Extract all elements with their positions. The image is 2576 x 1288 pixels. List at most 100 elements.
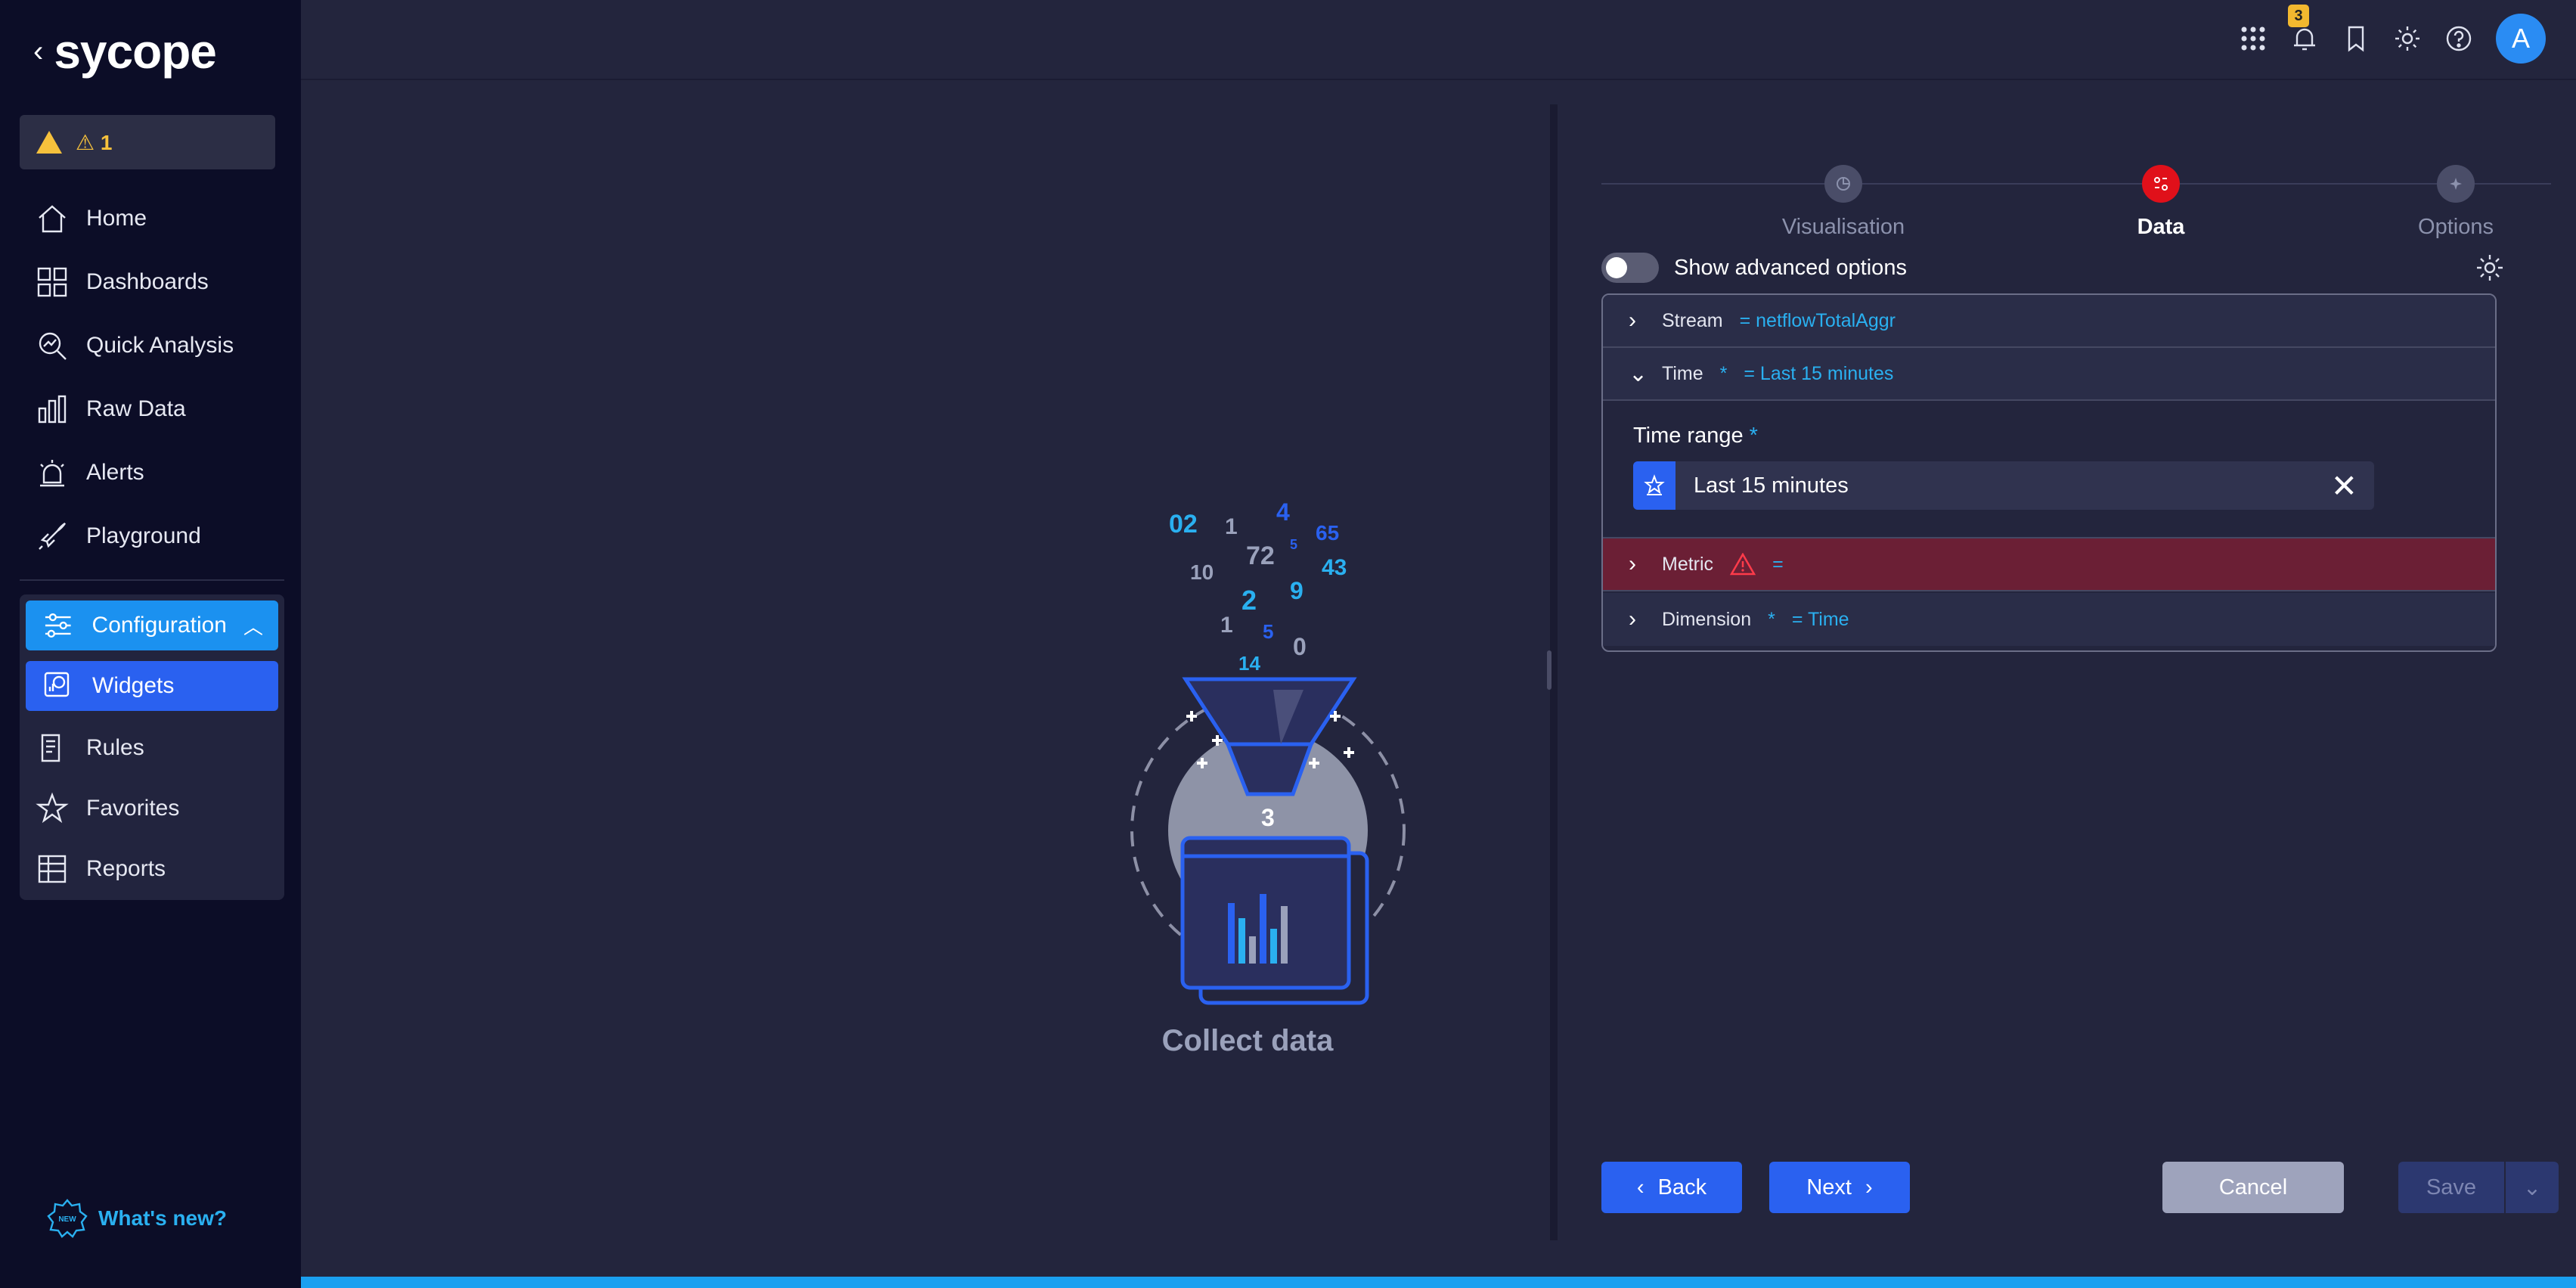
logo-row[interactable]: ‹ sycope — [33, 21, 217, 82]
whats-new-label: What's new? — [98, 1206, 227, 1230]
nav-quick-analysis-label: Quick Analysis — [86, 333, 234, 358]
warning-icon — [36, 131, 62, 154]
metric-value: = — [1772, 553, 1784, 575]
splitter-handle[interactable] — [1547, 650, 1551, 690]
rocket-icon — [39, 523, 66, 550]
alert-indicator[interactable]: ⚠ 1 — [20, 115, 275, 169]
save-button[interactable]: Save — [2398, 1162, 2504, 1213]
nav-raw-data[interactable]: Raw Data — [20, 383, 284, 436]
nav-widgets[interactable]: Widgets — [26, 661, 278, 711]
nav-favorites-label: Favorites — [86, 796, 180, 821]
step-options-label: Options — [2418, 215, 2494, 239]
rules-icon — [41, 734, 60, 762]
topbar-icons: A — [2239, 14, 2546, 64]
chevron-down-icon: ⌄ — [2522, 1175, 2542, 1200]
svg-text:NEW: NEW — [58, 1215, 76, 1224]
nav-favorites[interactable]: Favorites — [20, 782, 284, 835]
accordion-dimension[interactable]: › Dimension * = Time — [1603, 593, 2495, 646]
back-button[interactable]: ‹ Back — [1601, 1162, 1742, 1213]
nav-playground[interactable]: Playground — [20, 510, 284, 563]
nav-reports-label: Reports — [86, 856, 166, 881]
chevron-right-icon: › — [1629, 551, 1636, 576]
nav-rules-label: Rules — [86, 735, 144, 760]
bell-icon[interactable] — [2290, 24, 2319, 53]
nav-raw-data-label: Raw Data — [86, 396, 186, 421]
save-options-button[interactable]: ⌄ — [2504, 1162, 2559, 1213]
dashboards-icon — [37, 267, 67, 297]
dimension-value: = Time — [1791, 608, 1849, 630]
advanced-options-toggle[interactable] — [1601, 253, 1659, 283]
illu-number: 14 — [1238, 652, 1260, 675]
nav-alerts[interactable]: Alerts — [20, 446, 284, 499]
illu-number: 1 — [1220, 613, 1233, 638]
apps-grid-icon[interactable] — [2239, 24, 2268, 53]
data-accordion: › Stream = netflowTotalAggr ⌄ Time * = L… — [1601, 293, 2497, 652]
accordion-metric[interactable]: › Metric = — [1603, 538, 2495, 591]
illu-number: 5 — [1263, 620, 1273, 643]
nav-dashboards-label: Dashboards — [86, 269, 209, 294]
nav-reports[interactable]: Reports — [20, 843, 284, 895]
nav-configuration[interactable]: Configuration ︿ — [26, 601, 278, 650]
accordion-time[interactable]: ⌄ Time * = Last 15 minutes — [1603, 348, 2495, 401]
new-badge-icon: NEW — [47, 1199, 88, 1238]
illu-number: 43 — [1322, 555, 1347, 580]
home-icon — [39, 205, 66, 233]
illu-number: 4 — [1276, 498, 1290, 526]
cancel-button[interactable]: Cancel — [2162, 1162, 2344, 1213]
advanced-options-row: Show advanced options — [1601, 245, 2506, 290]
configuration-group: Configuration ︿ Widgets Rules Favorites … — [20, 594, 284, 900]
metric-label: Metric — [1662, 553, 1714, 575]
settings-gear-icon[interactable] — [2474, 252, 2506, 284]
chevron-right-icon: › — [1865, 1175, 1873, 1200]
nav-home-label: Home — [86, 206, 147, 231]
dimension-label: Dimension — [1662, 608, 1752, 630]
illu-number: 9 — [1290, 577, 1303, 604]
bottom-progress-strip — [301, 1277, 2576, 1288]
nav-home[interactable]: Home — [20, 192, 284, 245]
nav-rules[interactable]: Rules — [20, 722, 284, 774]
brand-logo: sycope — [54, 24, 217, 79]
save-label: Save — [2426, 1175, 2477, 1200]
step-data-label: Data — [2137, 215, 2185, 239]
chevron-up-icon[interactable]: ︿ — [243, 612, 263, 640]
next-button[interactable]: Next › — [1769, 1162, 1910, 1213]
error-warning-icon — [1730, 553, 1756, 576]
data-step-icon — [2142, 165, 2180, 203]
time-range-field[interactable]: Last 15 minutes ✕ — [1633, 461, 2374, 510]
settings-gear-icon[interactable] — [2393, 24, 2422, 53]
advanced-options-label: Show advanced options — [1674, 255, 1907, 280]
bookmark-icon[interactable] — [2342, 24, 2370, 53]
illu-number: 65 — [1316, 521, 1339, 545]
alert-count-label: ⚠ 1 — [76, 130, 113, 154]
user-avatar[interactable]: A — [2496, 14, 2546, 64]
widgets-icon — [44, 672, 70, 697]
illu-number: 3 — [1261, 804, 1275, 831]
step-options[interactable]: Options — [2342, 165, 2569, 240]
cancel-label: Cancel — [2218, 1175, 2288, 1200]
alarm-icon — [40, 460, 64, 487]
illu-number: 0 — [1293, 633, 1307, 660]
required-marker: * — [1719, 362, 1728, 384]
collect-data-illustration: 02 1 4 65 72 5 10 43 2 9 1 5 0 14 3 — [1130, 498, 1406, 1005]
time-picker-icon[interactable] — [1633, 461, 1675, 510]
nav-playground-label: Playground — [86, 523, 201, 548]
wizard-buttons: ‹ Back Next › Cancel Save ⌄ — [1601, 1162, 2559, 1213]
help-icon[interactable] — [2444, 24, 2473, 53]
accordion-stream[interactable]: › Stream = netflowTotalAggr — [1603, 295, 2495, 348]
table-icon — [38, 855, 67, 883]
whats-new-link[interactable]: NEW What's new? — [47, 1198, 227, 1239]
time-range-label: Time range * — [1633, 424, 1758, 448]
step-visualisation[interactable]: Visualisation — [1730, 165, 1957, 240]
nav-dashboards[interactable]: Dashboards — [20, 256, 284, 309]
step-data[interactable]: Data — [2047, 165, 2274, 240]
nav-quick-analysis[interactable]: Quick Analysis — [20, 319, 284, 372]
illu-number: 5 — [1290, 537, 1297, 552]
chevron-right-icon: › — [1629, 308, 1636, 333]
options-step-icon — [2437, 165, 2475, 203]
chevron-left-icon[interactable]: ‹ — [33, 35, 43, 69]
time-label: Time — [1662, 362, 1703, 384]
required-marker: * — [1768, 608, 1775, 630]
widget-editor: 02 1 4 65 72 5 10 43 2 9 1 5 0 14 3 Coll… — [328, 104, 2559, 1240]
clear-icon[interactable]: ✕ — [2331, 467, 2357, 504]
time-range-value: Last 15 minutes — [1694, 473, 1849, 498]
